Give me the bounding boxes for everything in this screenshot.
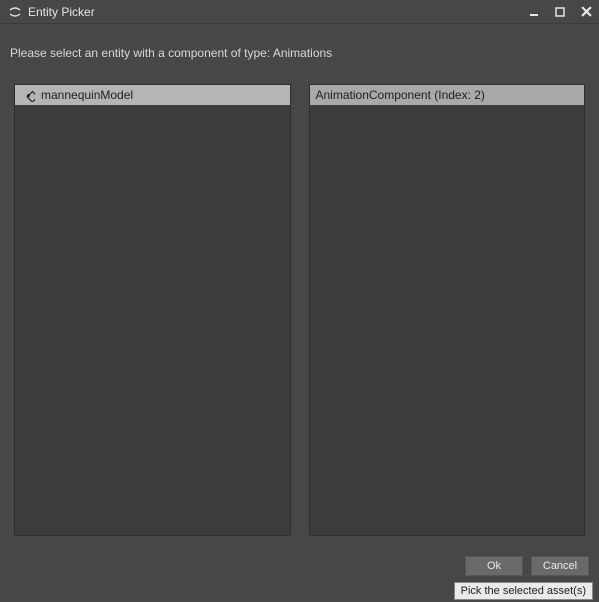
instruction-text: Please select an entity with a component… <box>0 24 599 70</box>
footer: Ok Cancel Pick the selected asset(s) <box>0 536 599 602</box>
entity-item-mannequin[interactable]: mannequinModel <box>15 85 290 105</box>
minimize-button[interactable] <box>527 5 541 19</box>
entity-list-body[interactable] <box>15 105 290 535</box>
app-icon <box>8 5 22 19</box>
maximize-button[interactable] <box>553 5 567 19</box>
component-item-animation[interactable]: AnimationComponent (Index: 2) <box>310 85 585 105</box>
entity-item-label: mannequinModel <box>41 88 133 102</box>
component-list-panel: AnimationComponent (Index: 2) <box>309 84 586 536</box>
cancel-button[interactable]: Cancel <box>531 556 589 576</box>
button-row: Ok Cancel <box>465 556 589 576</box>
close-button[interactable] <box>579 5 593 19</box>
component-list-body[interactable] <box>310 105 585 535</box>
entity-list-panel: mannequinModel <box>14 84 291 536</box>
entity-icon <box>21 88 35 102</box>
ok-button[interactable]: Ok <box>465 556 523 576</box>
panels-container: mannequinModel AnimationComponent (Index… <box>0 70 599 536</box>
titlebar: Entity Picker <box>0 0 599 24</box>
window-title: Entity Picker <box>28 5 527 19</box>
component-item-label: AnimationComponent (Index: 2) <box>316 88 485 102</box>
tooltip: Pick the selected asset(s) <box>454 582 593 600</box>
window-controls <box>527 5 593 19</box>
